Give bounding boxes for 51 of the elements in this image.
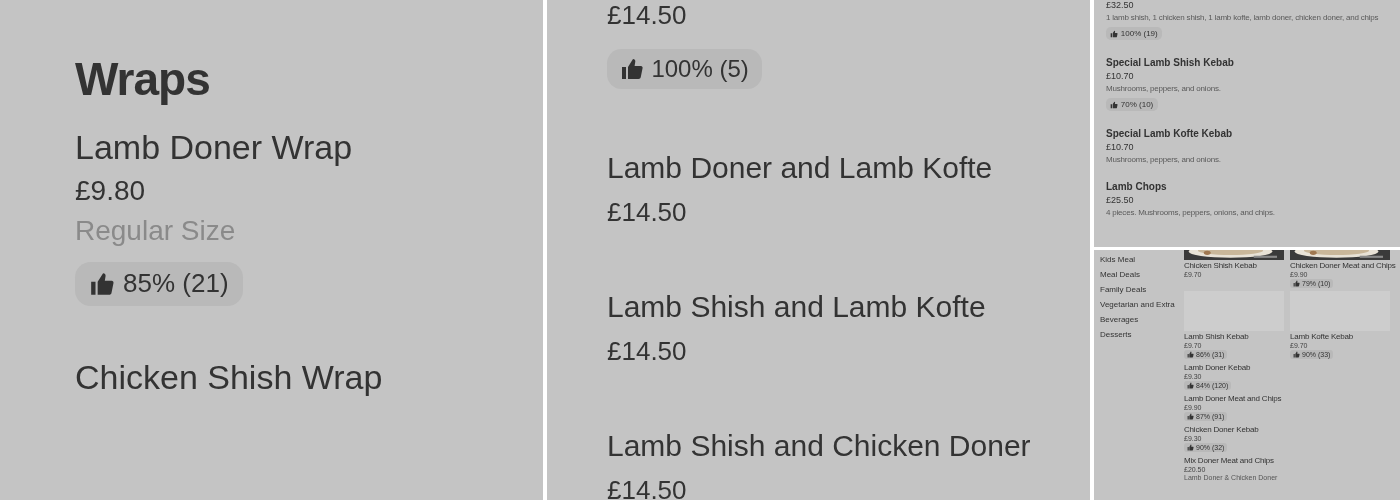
rating-text: 85% (21): [123, 268, 229, 299]
thumbs-up-icon: [1110, 29, 1119, 38]
item-description: Regular Size: [75, 215, 236, 247]
item-description: Mushrooms, peppers, and onions.: [1106, 155, 1221, 164]
item-description: 4 pieces. Mushrooms, peppers, onions, and chips.: [1106, 208, 1275, 217]
rating-text: 100% (5): [651, 55, 749, 83]
item-name[interactable]: Lamb Doner Meat and Chips: [1184, 394, 1282, 403]
thumbs-up-icon: [1187, 351, 1194, 358]
section-heading: Wraps: [75, 52, 211, 106]
item-name[interactable]: Special Lamb Shish Kebab: [1106, 57, 1234, 68]
rating-text: 100% (19): [1120, 29, 1158, 38]
item-name[interactable]: Chicken Doner Kebab: [1184, 425, 1259, 434]
item-name[interactable]: Lamb Doner Wrap: [75, 128, 353, 167]
rating-text: 70% (10): [1120, 100, 1154, 109]
category-link[interactable]: Meal Deals: [1100, 270, 1184, 279]
item-price: £14.50: [607, 336, 687, 367]
item-price: £32.50: [1106, 0, 1134, 10]
item-name[interactable]: Mix Doner Meat and Chips: [1184, 456, 1274, 465]
thumbs-up-icon: [89, 270, 116, 297]
item-price: £14.50: [607, 475, 687, 500]
category-link[interactable]: Vegetarian and Extra: [1100, 300, 1184, 309]
item-name[interactable]: Chicken Doner Meat and Chips: [1290, 261, 1396, 270]
item-name[interactable]: Lamb Chops: [1106, 181, 1167, 192]
item-name[interactable]: Lamb Doner Kebab: [1184, 363, 1251, 372]
item-name[interactable]: Lamb Kofte Kebab: [1290, 332, 1354, 341]
thumbs-up-icon: [1187, 382, 1194, 389]
category-link[interactable]: Beverages: [1100, 315, 1184, 324]
item-name[interactable]: Lamb Shish and Lamb Kofte: [607, 290, 986, 324]
thumbs-up-icon: [1110, 100, 1119, 109]
item-price: £10.70: [1106, 71, 1134, 81]
item-price: £14.50: [607, 0, 687, 31]
thumbs-up-icon: [1293, 280, 1300, 287]
item-name[interactable]: Lamb Shish Kebab: [1184, 332, 1249, 341]
item-price: £14.50: [607, 197, 687, 228]
item-price: £25.50: [1106, 195, 1134, 205]
thumbs-up-icon: [1187, 444, 1194, 451]
item-name[interactable]: Lamb Doner and Lamb Kofte: [607, 151, 993, 185]
category-link[interactable]: Kids Meal: [1100, 255, 1184, 264]
thumbs-up-icon: [620, 57, 645, 81]
thumbs-up-icon: [1187, 413, 1194, 420]
item-name[interactable]: Chicken Shish Kebab: [1184, 261, 1257, 270]
item-name[interactable]: Lamb Shish and Chicken Doner: [607, 429, 1031, 463]
category-link[interactable]: Family Deals: [1100, 285, 1184, 294]
item-name[interactable]: Chicken Shish Wrap: [75, 357, 383, 397]
category-link[interactable]: Desserts: [1100, 330, 1184, 339]
item-price: £9.80: [75, 175, 146, 207]
item-description: 1 lamb shish, 1 chicken shish, 1 lamb kofte, lamb doner, chicken doner, and chips: [1106, 13, 1379, 22]
item-description: Mushrooms, peppers, and onions.: [1106, 84, 1221, 93]
item-name[interactable]: Special Lamb Kofte Kebab: [1106, 128, 1233, 139]
thumbs-up-icon: [1293, 351, 1300, 358]
item-price: £10.70: [1106, 142, 1134, 152]
